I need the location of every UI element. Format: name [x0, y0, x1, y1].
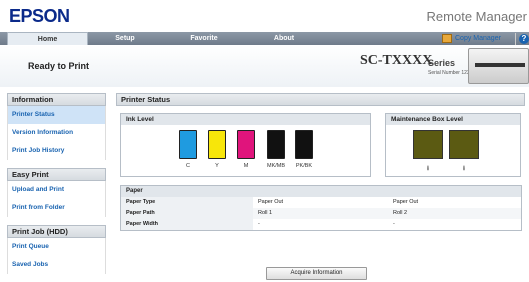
paper-table-title: Paper: [126, 188, 143, 194]
help-icon: ?: [519, 34, 529, 44]
panel-title: Printer Status: [116, 93, 525, 106]
printer-state: Ready to Print: [28, 61, 90, 71]
table-row: Paper Width - -: [121, 219, 521, 230]
ink-level-title: Ink Level: [121, 114, 370, 125]
copy-icon: [442, 33, 452, 43]
ink-label: Y: [215, 163, 219, 169]
sidebar-section-print-job-hdd: Print Job (HDD): [7, 225, 106, 238]
row-value-2: -: [393, 221, 395, 227]
row-value-2: Roll 2: [393, 210, 408, 216]
ink-level-box: Ink Level C Y M MK/MB PK/BK: [120, 113, 371, 177]
tab-about[interactable]: About: [250, 32, 318, 45]
ink-label: C: [186, 163, 190, 169]
table-row: Paper Path Roll 1 Roll 2: [121, 208, 521, 219]
sidebar-item-version-information[interactable]: Version Information: [7, 124, 106, 142]
ink-cartridge-m: [237, 130, 255, 159]
sidebar: Information Printer Status Version Infor…: [7, 93, 106, 274]
maintenance-box: Maintenance Box Level ⭳ ⭳: [385, 113, 521, 177]
tab-favorite[interactable]: Favorite: [160, 32, 248, 45]
sidebar-item-printer-status[interactable]: Printer Status: [7, 106, 106, 124]
app-title: Remote Manager: [426, 9, 527, 24]
ink-label: MK/MB: [266, 163, 286, 169]
ink-label: M: [243, 163, 249, 169]
row-label: Paper Type: [121, 197, 253, 208]
ink-label: PK/BK: [295, 163, 313, 169]
maintenance-box-2: [449, 130, 479, 159]
model-series: Series: [428, 58, 456, 68]
row-value-1: Roll 1: [258, 210, 273, 216]
tab-setup[interactable]: Setup: [92, 32, 158, 45]
row-label: Paper Path: [121, 208, 253, 219]
ink-cartridge-pk-bk: [295, 130, 313, 159]
download-arrow-icon: ⭳: [462, 165, 466, 172]
acquire-information-button[interactable]: Acquire Information: [266, 267, 367, 280]
copy-manager-link[interactable]: Copy Manager: [442, 33, 501, 45]
table-row: Paper Type Paper Out Paper Out: [121, 197, 521, 208]
maintenance-title: Maintenance Box Level: [386, 114, 520, 125]
sidebar-section-easy-print: Easy Print: [7, 168, 106, 181]
ink-cartridge-mk-mb: [267, 130, 285, 159]
sidebar-item-print-from-folder[interactable]: Print from Folder: [7, 199, 106, 217]
row-value-1: -: [258, 221, 260, 227]
paper-table: Paper Paper Type Paper Out Paper Out Pap…: [120, 185, 522, 231]
sidebar-item-saved-jobs[interactable]: Saved Jobs: [7, 256, 106, 274]
sidebar-item-upload-and-print[interactable]: Upload and Print: [7, 181, 106, 199]
download-arrow-icon: ⭳: [426, 165, 430, 172]
help-button[interactable]: ?: [515, 33, 529, 45]
row-value-1: Paper Out: [258, 199, 284, 205]
model-name: SC-TXXXX: [360, 53, 433, 68]
sidebar-item-print-job-history[interactable]: Print Job History: [7, 142, 106, 160]
tab-home[interactable]: Home: [7, 32, 88, 45]
epson-logo: EPSON: [9, 6, 70, 26]
main-panel: Printer Status Ink Level C Y M MK/MB PK/BK M…: [116, 93, 525, 231]
row-value-2: Paper Out: [393, 199, 419, 205]
sidebar-section-information: Information: [7, 93, 106, 106]
sidebar-item-print-queue[interactable]: Print Queue: [7, 238, 106, 256]
row-label: Paper Width: [121, 219, 253, 230]
ink-cartridge-c: [179, 130, 197, 159]
maintenance-box-1: [413, 130, 443, 159]
copy-manager-label: Copy Manager: [455, 35, 501, 42]
ink-cartridge-y: [208, 130, 226, 159]
printer-image: [468, 48, 529, 84]
